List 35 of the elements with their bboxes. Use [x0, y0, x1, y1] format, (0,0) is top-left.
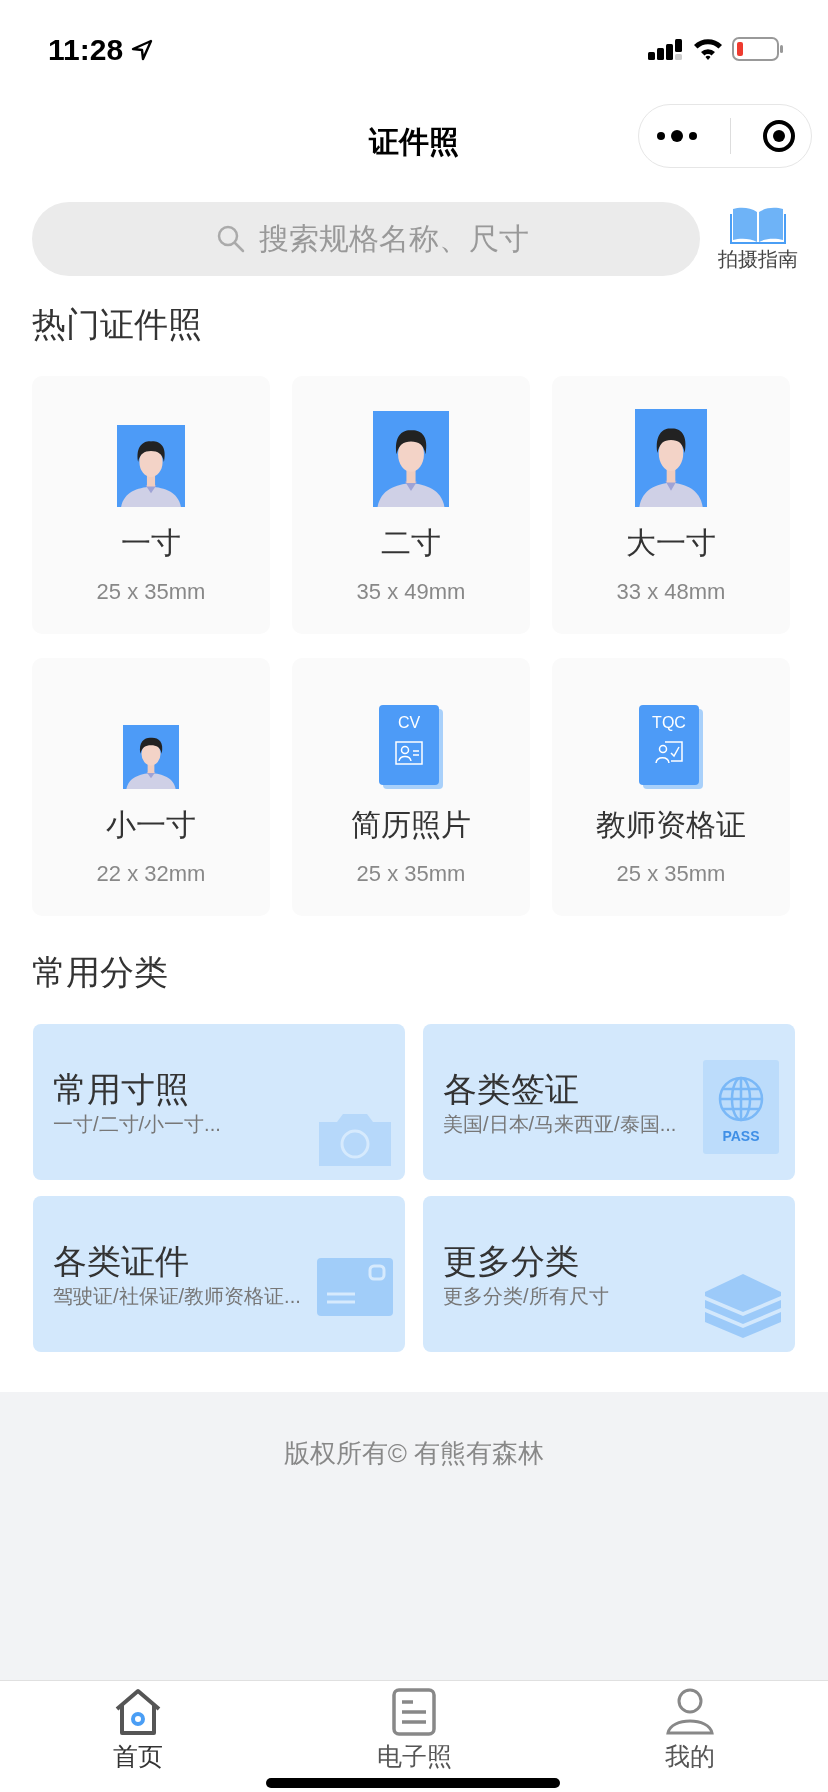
size-text: 33 x 48mm: [616, 578, 726, 606]
size-text: 35 x 49mm: [356, 578, 466, 606]
size-card[interactable]: 二寸 35 x 49mm: [292, 376, 530, 634]
passport-icon: PASS: [703, 1060, 779, 1154]
size-card[interactable]: 大一寸 33 x 48mm: [552, 376, 790, 634]
size-card[interactable]: TQC 教师资格证 25 x 35mm: [552, 658, 790, 916]
size-card[interactable]: 小一寸 22 x 32mm: [32, 658, 270, 916]
size-text: 25 x 35mm: [96, 578, 206, 606]
size-card[interactable]: CV 简历照片 25 x 35mm: [292, 658, 530, 916]
category-title: 常用寸照: [53, 1069, 189, 1110]
copyright-text: 版权所有© 有熊有森林: [283, 1437, 545, 1470]
category-title: 更多分类: [443, 1241, 579, 1282]
category-description: 一寸/二寸/小一寸...: [53, 1112, 221, 1137]
tab-item[interactable]: 我的: [552, 1681, 828, 1792]
tab-item[interactable]: 电子照: [276, 1681, 552, 1792]
size-text: 25 x 35mm: [616, 860, 726, 888]
category-card[interactable]: 常用寸照 一寸/二寸/小一寸...: [33, 1024, 405, 1180]
category-card[interactable]: 更多分类 更多分类/所有尺寸: [423, 1196, 795, 1352]
search-field[interactable]: 搜索规格名称、尺寸: [32, 202, 700, 276]
category-card[interactable]: 各类签证 美国/日本/马来西亚/泰国... PASS: [423, 1024, 795, 1180]
size-card[interactable]: 一寸 25 x 35mm: [32, 376, 270, 634]
category-description: 更多分类/所有尺寸: [443, 1284, 609, 1309]
section-title: 热门证件照: [32, 304, 203, 345]
page-title: 证件照: [369, 123, 459, 160]
guide-button[interactable]: 拍摄指南: [718, 204, 798, 274]
category-card[interactable]: 各类证件 驾驶证/社保证/教师资格证...: [33, 1196, 405, 1352]
section-title: 常用分类: [32, 952, 169, 993]
size-text: 22 x 32mm: [96, 860, 206, 888]
category-description: 驾驶证/社保证/教师资格证...: [53, 1284, 301, 1309]
size-text: 25 x 35mm: [356, 860, 466, 888]
category-description: 美国/日本/马来西亚/泰国...: [443, 1112, 677, 1137]
category-title: 各类证件: [53, 1241, 189, 1282]
category-title: 各类签证: [443, 1069, 579, 1110]
tab-item[interactable]: 首页: [0, 1681, 276, 1792]
clock: 11:28: [48, 32, 124, 68]
